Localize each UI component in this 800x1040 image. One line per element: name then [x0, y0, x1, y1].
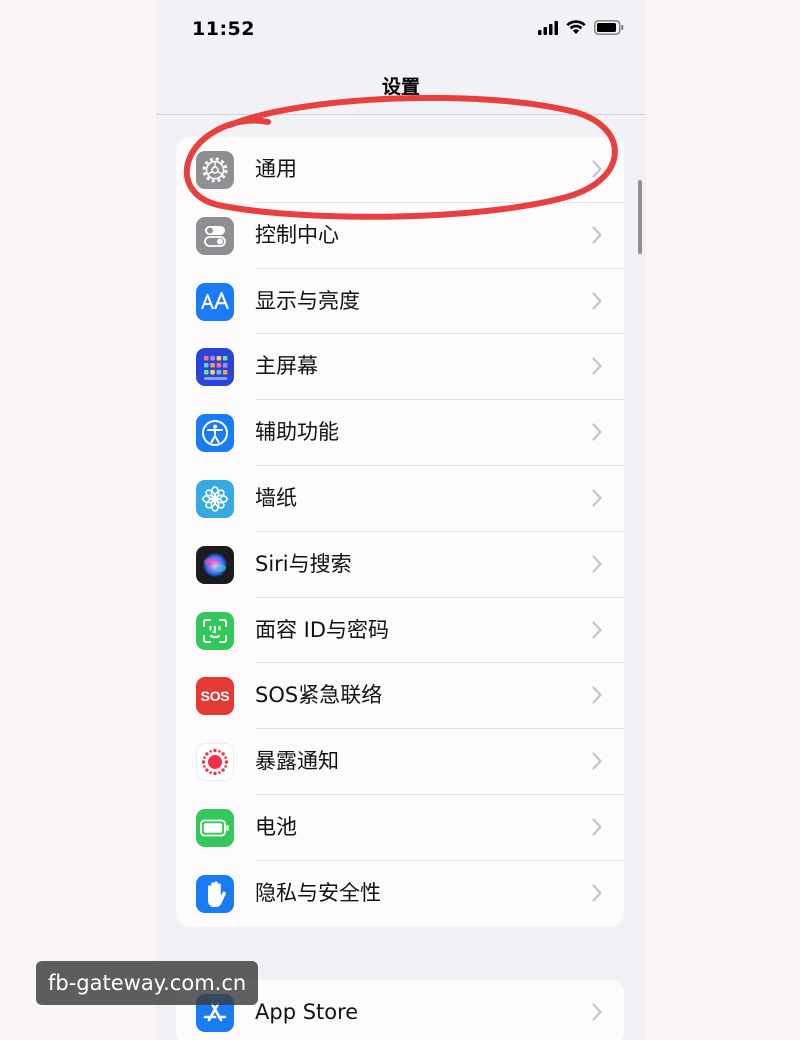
battery-status-icon: [594, 20, 624, 35]
status-bar: 11:52: [156, 0, 646, 60]
chevron-right-icon: [592, 884, 602, 902]
settings-row-label: 面容 ID与密码: [255, 617, 390, 642]
face-id-icon: [196, 611, 234, 650]
settings-row-privacy-security[interactable]: 隐私与安全性: [176, 861, 624, 927]
chevron-right-icon: [592, 357, 602, 375]
settings-row-label: 显示与亮度: [255, 288, 360, 313]
settings-row-siri-search[interactable]: Siri与搜索: [176, 532, 624, 598]
settings-row-accessibility[interactable]: 辅助功能: [176, 400, 624, 466]
scrollbar[interactable]: [638, 180, 642, 254]
chevron-right-icon: [592, 226, 602, 244]
chevron-right-icon: [592, 686, 602, 704]
chevron-right-icon: [592, 489, 602, 507]
chevron-right-icon: [592, 555, 602, 573]
settings-row-emergency-sos[interactable]: SOS SOS紧急联络: [176, 663, 624, 730]
hand-icon: [196, 874, 234, 913]
toggle-switches-icon: [196, 216, 234, 255]
text-size-aa-icon: [196, 282, 234, 321]
settings-row-general[interactable]: 通用: [176, 137, 624, 203]
settings-row-home-screen[interactable]: 主屏幕: [176, 334, 624, 401]
settings-row-label: 主屏幕: [255, 354, 318, 379]
settings-row-control-center[interactable]: 控制中心: [176, 203, 624, 269]
settings-row-label: 辅助功能: [255, 420, 339, 445]
chevron-right-icon: [592, 423, 602, 441]
wifi-icon: [566, 20, 586, 34]
watermark: fb-gateway.com.cn: [36, 961, 259, 1005]
chevron-right-icon: [592, 291, 602, 310]
settings-row-exposure-notifications[interactable]: 暴露通知: [176, 729, 624, 795]
settings-row-label: 隐私与安全性: [255, 880, 381, 905]
accessibility-person-icon: [196, 414, 234, 453]
siri-orb-icon: [196, 545, 234, 584]
chevron-right-icon: [592, 752, 602, 770]
battery-icon: [196, 808, 234, 847]
gear-icon: [196, 151, 234, 189]
cellular-signal-icon: [538, 20, 558, 35]
settings-row-label: SOS紧急联络: [255, 683, 383, 708]
chevron-right-icon: [592, 818, 602, 836]
settings-row-label: 电池: [255, 814, 297, 839]
chevron-right-icon: [592, 1003, 602, 1021]
sos-icon-text: SOS: [200, 688, 230, 705]
chevron-right-icon: [592, 160, 602, 178]
settings-screen: 11:52 设置 通用 控制中心 显示与亮度 主屏幕 辅助功能 墙纸 Siri与…: [156, 0, 646, 1040]
nav-divider: [156, 114, 646, 115]
page-title: 设置: [381, 76, 420, 98]
settings-row-label: App Store: [255, 1000, 359, 1024]
settings-row-display-brightness[interactable]: 显示与亮度: [176, 269, 624, 335]
settings-row-wallpaper[interactable]: 墙纸: [176, 466, 624, 532]
chevron-right-icon: [592, 620, 602, 639]
settings-group-main: 通用 控制中心 显示与亮度 主屏幕 辅助功能 墙纸 Siri与搜索 面容 ID与…: [176, 137, 624, 927]
status-icons: [538, 20, 624, 35]
settings-row-label: 通用: [255, 157, 297, 181]
exposure-dots-icon: [196, 743, 234, 782]
sos-icon: SOS: [196, 677, 234, 716]
settings-row-label: Siri与搜索: [255, 551, 352, 576]
settings-row-face-id-passcode[interactable]: 面容 ID与密码: [176, 598, 624, 664]
settings-row-label: 墙纸: [255, 485, 297, 510]
settings-row-battery[interactable]: 电池: [176, 795, 624, 861]
flower-icon: [196, 479, 234, 518]
settings-row-label: 控制中心: [255, 222, 339, 247]
home-screen-grid-icon: [196, 348, 234, 387]
settings-row-label: 暴露通知: [255, 749, 339, 774]
status-time: 11:52: [192, 18, 255, 40]
